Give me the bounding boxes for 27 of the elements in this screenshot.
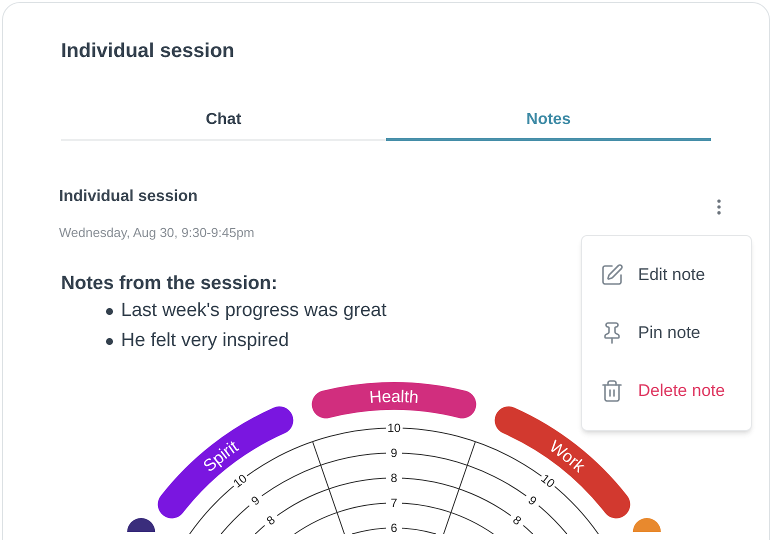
bullet-text: Last week's progress was great (121, 299, 387, 324)
scale-label: 10 (230, 470, 250, 490)
menu-item[interactable]: Delete note (582, 362, 751, 420)
scale-label: 10 (387, 420, 401, 434)
note-date: Wednesday, Aug 30, 9:30-9:45pm (59, 224, 254, 242)
segment-label: Health (368, 386, 420, 406)
scale-label: 8 (264, 512, 278, 528)
menu-item[interactable]: Pin note (582, 304, 751, 362)
tab[interactable]: Notes (386, 101, 711, 141)
bullet-text: He felt very inspired (121, 329, 289, 354)
scale-label: 9 (390, 446, 398, 460)
edit-icon (600, 263, 624, 287)
delete-icon (600, 379, 624, 403)
menu-item[interactable]: Edit note (582, 246, 751, 304)
scale-label: 9 (248, 492, 262, 508)
scale-label: 10 (538, 470, 558, 490)
scale-label: 8 (510, 512, 524, 528)
card-title: Individual session (61, 39, 236, 64)
bullet-icon (106, 308, 113, 315)
scale-label: 9 (526, 492, 540, 508)
scale-label: 6 (390, 520, 398, 534)
notes-heading: Notes from the session: (61, 272, 278, 296)
scale-label: 7 (390, 496, 398, 510)
tab[interactable]: Chat (61, 101, 386, 141)
scale-label: 8 (390, 470, 398, 484)
bullet-icon (106, 338, 113, 345)
note-title: Individual session (59, 187, 199, 207)
